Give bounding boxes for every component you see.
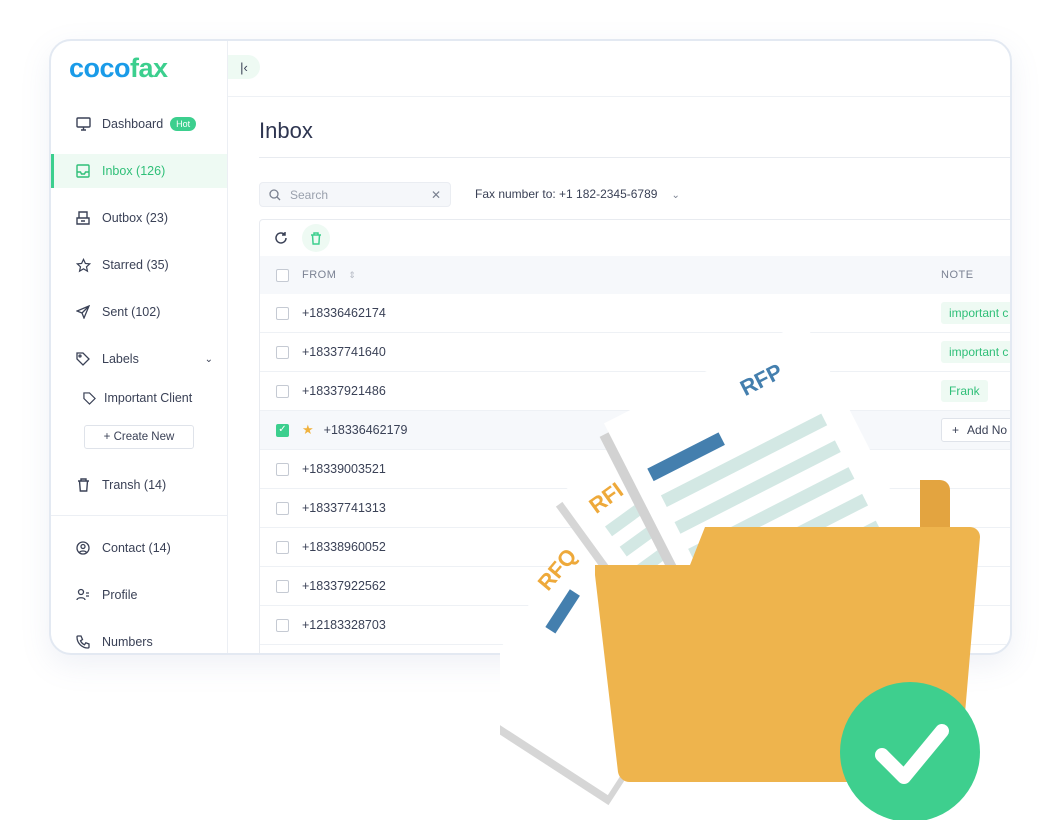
chevron-down-icon: ⌄	[204, 353, 213, 365]
sidebar-item-inbox[interactable]: Inbox (126)	[51, 154, 227, 188]
search-icon	[269, 188, 281, 200]
sidebar-item-important-client[interactable]: Important Client	[51, 381, 227, 415]
table-toolbar	[260, 220, 1010, 256]
from-number: +12183328703	[302, 618, 386, 632]
outbox-icon	[75, 210, 91, 226]
sidebar-item-sent[interactable]: Sent (102)	[51, 295, 227, 329]
table-header: FROM ⇕ NOTE	[260, 256, 1010, 294]
trash-icon	[311, 231, 321, 245]
row-checkbox[interactable]	[276, 579, 289, 593]
send-icon	[75, 304, 91, 320]
row-checkbox[interactable]	[276, 462, 289, 476]
row-checkbox[interactable]	[276, 384, 289, 398]
row-checkbox[interactable]: ✓	[276, 423, 289, 437]
sidebar-item-labels[interactable]: Labels ⌄	[51, 342, 227, 376]
sidebar-divider	[51, 515, 227, 516]
sidebar-item-contact[interactable]: Contact (14)	[51, 531, 227, 565]
sidebar-item-starred[interactable]: Starred (35)	[51, 248, 227, 282]
from-number: +18337741640	[302, 345, 386, 359]
phone-icon	[75, 634, 91, 650]
from-number: +18339003521	[302, 462, 386, 476]
row-checkbox[interactable]	[276, 618, 289, 632]
sort-icon[interactable]: ⇕	[348, 270, 356, 281]
sidebar-item-dashboard[interactable]: Dashboard Hot	[51, 107, 227, 141]
create-new-button[interactable]: + Create New	[84, 425, 194, 449]
row-checkbox[interactable]	[276, 345, 289, 359]
top-bar: |‹	[228, 41, 1010, 97]
sidebar: cocofax Dashboard Hot Inbox (126) Outbox …	[51, 41, 228, 653]
row-checkbox[interactable]	[276, 540, 289, 554]
fax-number-filter[interactable]: Fax number to: +1 182-2345-6789 ⌄	[475, 187, 680, 201]
inbox-icon	[75, 163, 91, 179]
folder-illustration: RFI RFP RFQ	[500, 321, 980, 820]
sidebar-item-numbers[interactable]: Numbers	[51, 625, 227, 653]
select-all-checkbox[interactable]	[276, 268, 289, 282]
from-number: +18338960052	[302, 540, 386, 554]
star-icon[interactable]: ★	[302, 422, 314, 438]
page-title: Inbox	[259, 118, 313, 143]
from-number: +18336462179	[323, 423, 408, 437]
sidebar-item-outbox[interactable]: Outbox (23)	[51, 201, 227, 235]
search-input[interactable]: Search ✕	[259, 182, 451, 207]
from-number: +18337741313	[302, 501, 386, 515]
row-checkbox[interactable]	[276, 501, 289, 515]
hot-badge: Hot	[170, 117, 197, 131]
profile-icon	[75, 587, 91, 603]
refresh-icon[interactable]	[274, 231, 288, 245]
check-circle-icon	[840, 682, 980, 820]
logo[interactable]: cocofax	[69, 53, 168, 84]
row-checkbox[interactable]	[276, 306, 289, 320]
monitor-icon	[75, 116, 91, 132]
clear-search-icon[interactable]: ✕	[431, 188, 441, 202]
tag-icon	[81, 390, 97, 406]
star-icon	[75, 257, 91, 273]
sidebar-item-profile[interactable]: Profile	[51, 578, 227, 612]
title-divider	[259, 157, 1010, 158]
user-circle-icon	[75, 540, 91, 556]
delete-button[interactable]	[302, 224, 330, 252]
from-number: +18336462174	[302, 306, 386, 320]
trash-icon	[75, 477, 91, 493]
from-number: +18337922562	[302, 579, 386, 593]
sidebar-item-trash[interactable]: Transh (14)	[51, 468, 227, 502]
chevron-down-icon: ⌄	[671, 190, 680, 201]
from-number: +18337921486	[302, 384, 386, 398]
collapse-sidebar-button[interactable]: |‹	[228, 55, 260, 79]
tag-icon	[75, 351, 91, 367]
